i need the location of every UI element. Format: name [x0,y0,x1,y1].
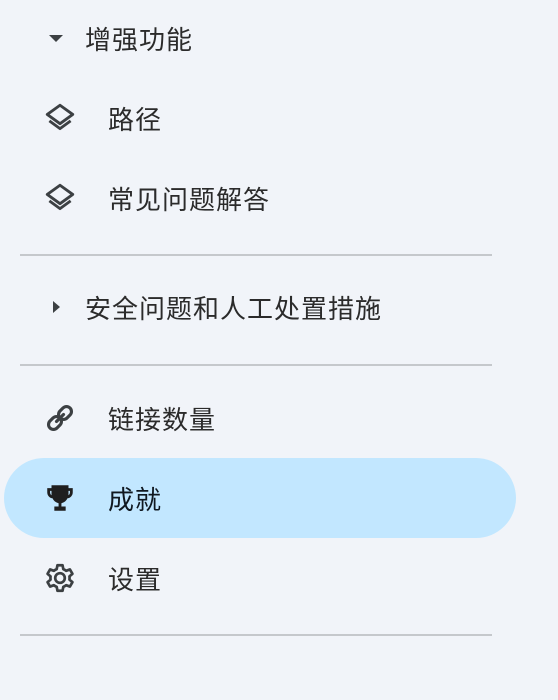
nav-item-label: 常见问题解答 [108,185,271,216]
divider [20,364,492,366]
nav-item-paths[interactable]: 路径 [4,78,516,158]
section-header-safety-issues[interactable]: 安全问题和人工处置措施 [0,277,520,337]
caret-right-icon [46,297,66,317]
nav-item-label: 成就 [108,485,163,516]
nav-item-label: 链接数量 [108,405,217,436]
side-navigation: 增强功能 路径 常见问题解答 安全问题和人工处置措施 链接数量 成就 设置 [0,0,558,700]
nav-item-label: 设置 [108,565,163,596]
divider [20,254,492,256]
nav-item-faq[interactable]: 常见问题解答 [4,158,516,238]
nav-item-settings[interactable]: 设置 [4,538,516,618]
layers-icon [42,180,78,216]
layers-icon [42,100,78,136]
trophy-icon [42,480,78,516]
nav-item-achievements[interactable]: 成就 [4,458,516,538]
gear-icon [42,560,78,596]
section-label-safety-issues: 安全问题和人工处置措施 [85,294,383,325]
nav-item-link-count[interactable]: 链接数量 [4,378,516,458]
divider [20,634,492,636]
link-icon [42,400,78,436]
nav-item-label: 路径 [108,105,163,136]
section-label-enhanced-features: 增强功能 [85,25,194,56]
section-header-enhanced-features[interactable]: 增强功能 [0,8,520,68]
caret-down-icon [46,28,66,48]
